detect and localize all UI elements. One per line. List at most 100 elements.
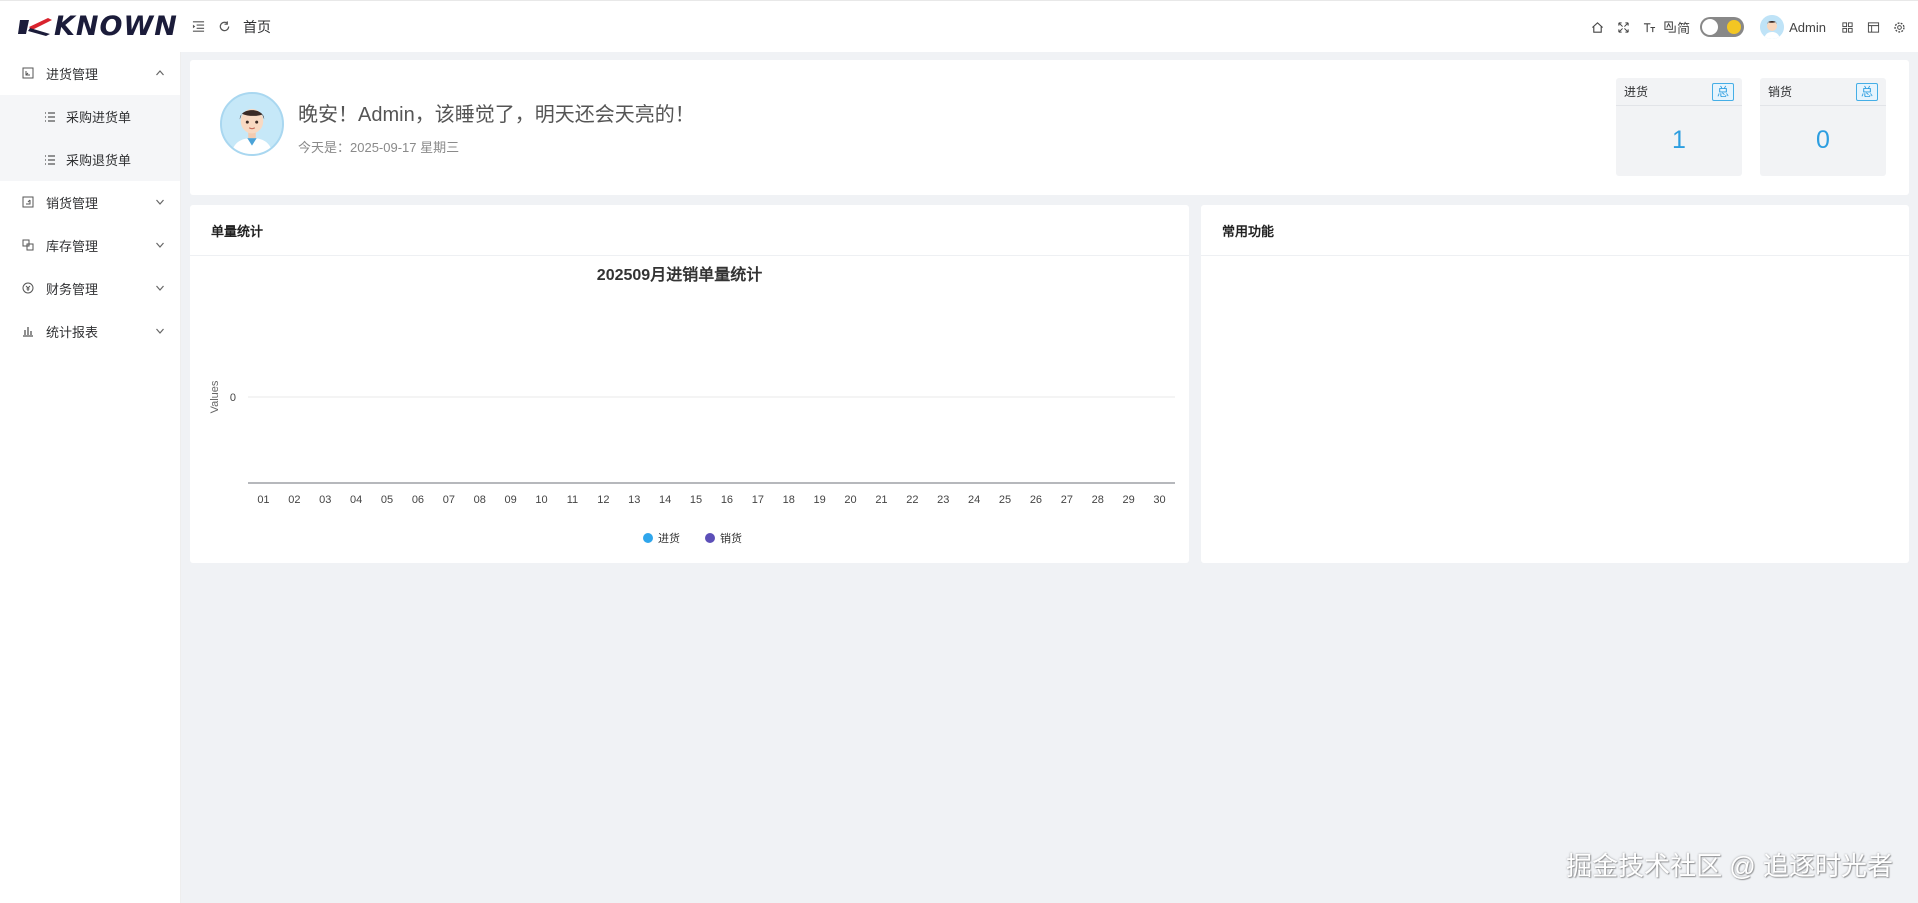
x-tick-label: 25 — [999, 494, 1011, 506]
sidebar: 进货管理 采购进货单 采购退货单 销货管理 库存管理 财务管理 统计报表 — [0, 52, 181, 903]
logo-mark-icon — [18, 17, 52, 36]
y-tick-label: 0 — [230, 392, 236, 404]
x-tick-label: 01 — [257, 494, 269, 506]
sidebar-item-label: 销货管理 — [46, 196, 99, 211]
tabs-button[interactable] — [1860, 14, 1886, 40]
order-stats-chart: 202509月进销单量统计 Values 0 01 02 03 04 05 06 07 08 09 10… — [209, 265, 1175, 545]
stat-total-tag[interactable]: 总 — [1712, 82, 1734, 101]
x-tick-label: 08 — [474, 494, 486, 506]
x-tick-label: 11 — [567, 494, 578, 506]
sun-icon — [1727, 20, 1742, 34]
x-tick-label: 17 — [752, 494, 764, 506]
x-tick-label: 21 — [875, 494, 887, 506]
panel-title: 常用功能 — [1201, 205, 1909, 256]
x-tick-label: 24 — [968, 494, 980, 506]
stat-value: 1 — [1672, 126, 1686, 154]
stat-sales: 销货 总 0 — [1760, 78, 1886, 176]
stat-purchase: 进货 总 1 — [1616, 78, 1742, 176]
chevron-up-icon — [156, 70, 164, 76]
breadcrumb-home[interactable]: 首页 — [243, 17, 271, 37]
x-tick-label: 29 — [1123, 494, 1135, 506]
x-tick-label: 09 — [505, 494, 517, 506]
welcome-card: 晚安！Admin，该睡觉了，明天还会天亮的！ 今天是：2025-09-17 星期… — [190, 60, 1909, 195]
x-tick-label: 26 — [1030, 494, 1042, 506]
x-tick-label: 04 — [350, 494, 362, 506]
user-menu[interactable]: Admin — [1760, 15, 1826, 39]
today-date: 今天是：2025-09-17 星期三 — [298, 140, 460, 155]
sidebar-item-inventory[interactable]: 库存管理 — [0, 224, 180, 267]
sidebar-subitem-purchase-return[interactable]: 采购退货单 — [0, 138, 180, 181]
legend-marker — [643, 533, 653, 543]
stat-header: 销货 总 — [1760, 78, 1886, 106]
legend-marker — [705, 533, 715, 543]
window-icon — [1867, 21, 1879, 33]
stat-total-tag[interactable]: 总 — [1856, 82, 1878, 101]
refresh-button[interactable] — [215, 18, 233, 36]
sidebar-item-reports[interactable]: 统计报表 — [0, 310, 180, 353]
chevron-down-icon — [156, 199, 164, 205]
stat-label: 进货 — [1624, 85, 1649, 99]
grid-icon — [1841, 21, 1853, 33]
greeting-text: 晚安！Admin，该睡觉了，明天还会天亮的！ — [298, 104, 695, 126]
sidebar-item-label: 统计报表 — [46, 325, 99, 340]
inventory-icon — [22, 239, 36, 253]
sidebar-item-sales[interactable]: 销货管理 — [0, 181, 180, 224]
toggle-knob — [1702, 19, 1719, 35]
user-avatar — [1760, 15, 1785, 39]
collapse-menu-button[interactable] — [189, 18, 207, 36]
fullscreen-icon — [1617, 21, 1629, 33]
legend-label: 销货 — [720, 531, 742, 545]
panel-title: 单量统计 — [190, 205, 1189, 256]
home-icon — [1591, 21, 1603, 33]
header-toolbar: 简 Admin — [1584, 1, 1918, 53]
welcome-avatar — [220, 92, 284, 156]
x-tick-label: 28 — [1092, 494, 1104, 506]
finance-icon — [22, 282, 36, 296]
settings-button[interactable] — [1886, 14, 1912, 40]
sidebar-item-label: 财务管理 — [46, 282, 99, 297]
logo-text: KNOWN — [54, 11, 178, 42]
x-tick-label: 02 — [288, 494, 300, 506]
y-axis-label: Values — [209, 380, 221, 413]
x-tick-label: 03 — [319, 494, 331, 506]
sales-icon — [22, 196, 36, 210]
dark-mode-toggle[interactable] — [1700, 17, 1745, 37]
watermark: 掘金技术社区 @ 追逐时光者 — [1566, 851, 1893, 881]
common-functions-panel: 常用功能 — [1201, 205, 1909, 563]
x-tick-label: 22 — [906, 494, 918, 506]
chart-title: 202509月进销单量统计 — [597, 265, 762, 284]
layout-button[interactable] — [1834, 14, 1860, 40]
x-tick-label: 10 — [535, 494, 547, 506]
x-tick-label: 06 — [412, 494, 424, 506]
x-tick-label: 14 — [659, 494, 671, 506]
sidebar-item-purchase[interactable]: 进货管理 — [0, 52, 180, 95]
fullscreen-button[interactable] — [1610, 14, 1636, 40]
chevron-down-icon — [156, 285, 164, 291]
stat-label: 销货 — [1768, 85, 1793, 99]
order-stats-panel: 单量统计 202509月进销单量统计 Values 0 01 02 03 04 05 06 07 0… — [190, 205, 1189, 563]
chevron-down-icon — [156, 242, 164, 248]
list-icon — [44, 154, 56, 166]
purchase-icon — [22, 67, 36, 81]
logo[interactable]: KNOWN — [0, 1, 181, 53]
x-tick-label: 20 — [844, 494, 856, 506]
x-tick-label: 19 — [814, 494, 826, 506]
home-button[interactable] — [1584, 14, 1610, 40]
language-button[interactable]: 简 — [1664, 18, 1690, 37]
sidebar-item-finance[interactable]: 财务管理 — [0, 267, 180, 310]
sidebar-subitem-purchase-order[interactable]: 采购进货单 — [0, 95, 180, 138]
x-tick-label: 12 — [597, 494, 609, 506]
user-name: Admin — [1789, 19, 1826, 35]
x-tick-label: 23 — [937, 494, 949, 506]
x-tick-label: 15 — [690, 494, 702, 506]
stat-value: 0 — [1816, 126, 1830, 154]
x-tick-label: 30 — [1153, 494, 1165, 506]
stat-header: 进货 总 — [1616, 78, 1742, 106]
sidebar-subitem-label: 采购进货单 — [66, 110, 132, 125]
bar-chart-icon — [22, 325, 36, 339]
chevron-down-icon — [156, 328, 164, 334]
font-size-button[interactable] — [1636, 14, 1662, 40]
menu-fold-icon — [192, 21, 204, 32]
refresh-icon — [219, 21, 229, 32]
translate-icon — [1664, 20, 1676, 33]
